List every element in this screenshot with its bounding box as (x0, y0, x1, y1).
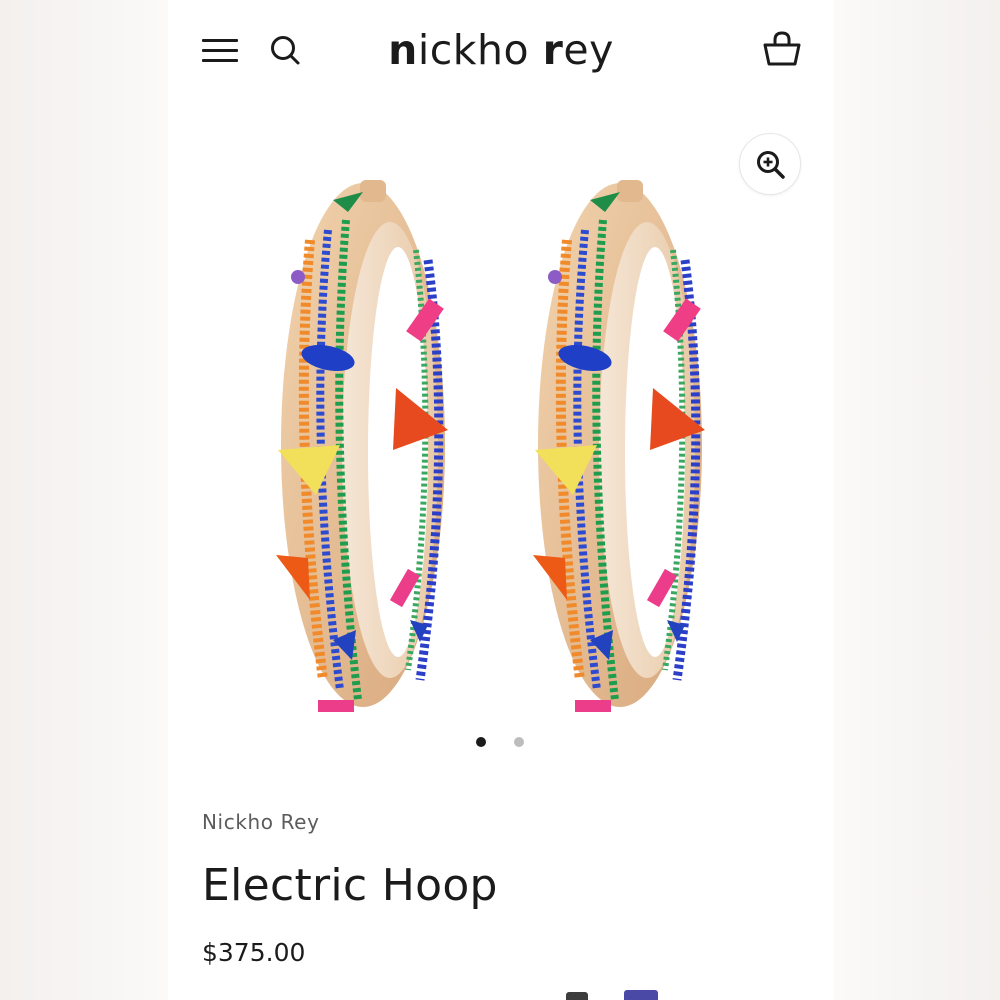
payment-icon-partial (624, 990, 658, 1000)
product-vendor[interactable]: Nickho Rey (202, 810, 320, 834)
site-logo[interactable]: nickho rey (358, 22, 644, 78)
search-button[interactable] (268, 33, 302, 67)
site-header: nickho rey (168, 0, 834, 100)
logo-letter-r: r (542, 26, 564, 74)
logo-text: ey (563, 26, 614, 74)
hamburger-line (202, 39, 238, 42)
gallery-pagination (468, 735, 528, 749)
product-title: Electric Hoop (202, 860, 498, 911)
logo-text: ickho (417, 26, 543, 74)
product-price: $375.00 (202, 938, 306, 967)
product-page: nickho rey Nickho Rey Electric Hoop $375… (168, 0, 834, 1000)
hamburger-line (202, 49, 238, 52)
hamburger-line (202, 59, 238, 62)
zoom-in-icon (757, 151, 785, 179)
logo-letter-n: n (388, 26, 418, 74)
pagination-dot[interactable] (514, 737, 524, 747)
product-image-earrings[interactable] (248, 160, 748, 730)
payment-icon-partial (566, 992, 588, 1000)
cart-button[interactable] (762, 30, 802, 68)
menu-button[interactable] (200, 36, 240, 66)
page-margin-left (0, 0, 168, 1000)
zoom-button[interactable] (739, 133, 801, 195)
left-earring (276, 180, 448, 712)
page-margin-right (834, 0, 1000, 1000)
pagination-dot-active[interactable] (476, 737, 486, 747)
search-icon (271, 36, 300, 65)
right-earring (533, 180, 705, 712)
basket-icon (763, 31, 801, 66)
